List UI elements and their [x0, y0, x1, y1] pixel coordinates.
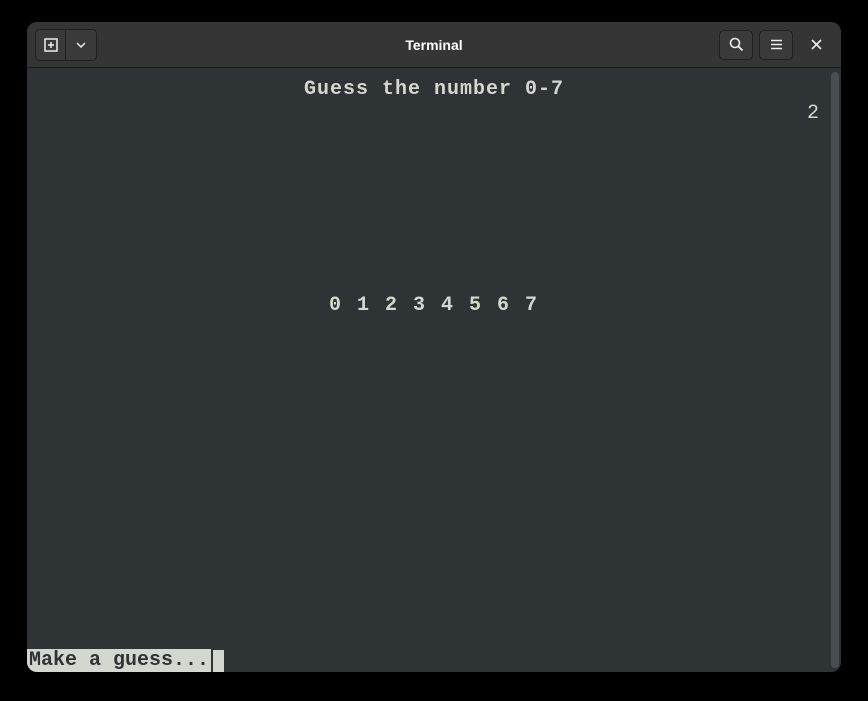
- terminal-content[interactable]: Guess the number 0-7 2 0 1 2 3 4 5 6 7 M…: [27, 68, 841, 672]
- terminal-window: Terminal: [27, 22, 841, 672]
- menu-button[interactable]: [759, 30, 793, 60]
- window-title: Terminal: [405, 37, 462, 53]
- game-title: Guess the number 0-7: [27, 78, 841, 101]
- terminal-cursor: [213, 650, 224, 672]
- titlebar: Terminal: [27, 22, 841, 68]
- search-button[interactable]: [719, 30, 753, 60]
- hamburger-icon: [769, 37, 784, 52]
- prompt-line: Make a guess...: [27, 649, 224, 672]
- new-tab-button-group: [35, 29, 97, 61]
- titlebar-left: [35, 29, 97, 61]
- titlebar-right: [719, 30, 833, 60]
- close-button[interactable]: [799, 30, 833, 60]
- new-tab-dropdown-button[interactable]: [66, 30, 96, 60]
- guess-counter: 2: [807, 102, 819, 125]
- prompt-text: Make a guess...: [27, 649, 211, 672]
- numbers-row: 0 1 2 3 4 5 6 7: [27, 294, 841, 317]
- new-tab-icon: [43, 37, 59, 53]
- search-icon: [729, 37, 744, 52]
- new-tab-button[interactable]: [36, 30, 66, 60]
- scrollbar[interactable]: [831, 72, 839, 668]
- chevron-down-icon: [76, 40, 86, 50]
- close-icon: [810, 38, 823, 51]
